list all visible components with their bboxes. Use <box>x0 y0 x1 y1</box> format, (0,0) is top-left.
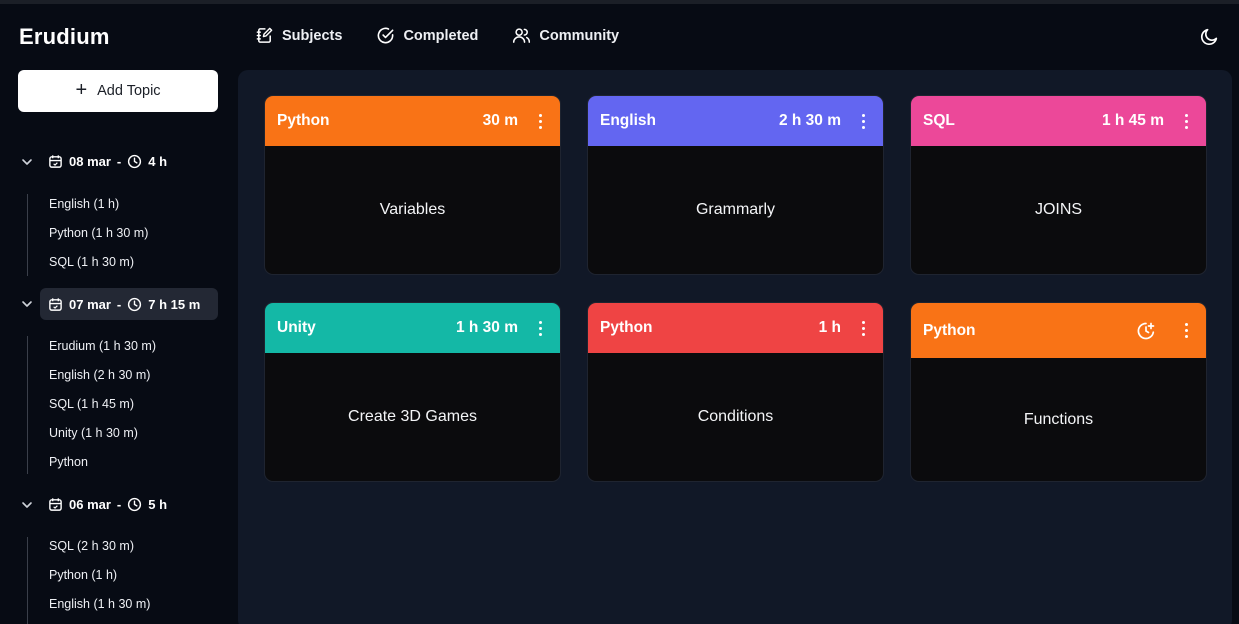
app-window: Erudium + Add Topic 08 mar - 4 h English… <box>0 0 1239 624</box>
moon-icon <box>1201 28 1218 45</box>
group-separator: - <box>116 496 122 512</box>
card-topic: Variables <box>379 201 446 218</box>
card-duration: 1 h 45 m <box>1101 112 1164 129</box>
topic-card[interactable]: Python Functions <box>910 302 1207 482</box>
clock-plus-icon[interactable] <box>1136 321 1156 341</box>
theme-toggle-button[interactable] <box>1199 26 1220 52</box>
more-vertical-icon[interactable] <box>855 320 871 336</box>
tree-line <box>27 336 28 474</box>
list-item[interactable]: English (2 h 30 m) <box>49 368 150 382</box>
calendar-icon <box>49 297 62 311</box>
card-subject: Python <box>923 321 976 339</box>
date-group-08-mar[interactable]: 08 mar - 4 h <box>40 145 218 177</box>
list-item[interactable]: English (1 h) <box>49 197 119 211</box>
add-topic-button[interactable]: + Add Topic <box>18 70 218 112</box>
list-item[interactable]: SQL (1 h 45 m) <box>49 397 134 411</box>
top-nav: Subjects Completed Community <box>255 26 619 45</box>
nav-completed[interactable]: Completed <box>376 26 478 45</box>
list-item[interactable]: Python <box>49 455 88 469</box>
card-subject: Python <box>600 319 653 336</box>
nav-subjects[interactable]: Subjects <box>255 26 342 45</box>
list-item[interactable]: SQL (1 h 30 m) <box>49 255 134 269</box>
list-item[interactable]: Python (1 h) <box>49 568 117 582</box>
nav-community-label: Community <box>539 27 620 44</box>
topic-card[interactable]: Unity 1 h 30 m Create 3D Games <box>264 302 561 482</box>
check-circle-icon <box>378 27 394 44</box>
topic-card[interactable]: SQL 1 h 45 m JOINS <box>910 95 1207 275</box>
add-topic-label: Add Topic <box>97 83 161 99</box>
group-date: 08 mar <box>69 153 111 169</box>
card-duration: 30 m <box>482 112 518 129</box>
card-header: Unity 1 h 30 m <box>265 303 560 353</box>
group-total: 4 h <box>148 153 168 169</box>
topics-panel: Python 30 m Variables English 2 h 30 m G… <box>238 70 1232 624</box>
more-vertical-icon[interactable] <box>855 113 871 129</box>
card-topic: Grammarly <box>695 201 776 218</box>
clock-icon <box>128 497 142 511</box>
app-logo[interactable]: Erudium <box>19 24 110 50</box>
clock-icon <box>128 154 142 168</box>
date-group-06-mar[interactable]: 06 mar - 5 h <box>40 488 218 520</box>
group-separator: - <box>116 296 122 312</box>
list-item[interactable]: English (1 h 30 m) <box>49 597 150 611</box>
card-duration: 1 h 30 m <box>455 319 518 336</box>
card-subject: Unity <box>277 319 316 336</box>
card-duration: 2 h 30 m <box>778 112 841 129</box>
group-date: 07 mar <box>69 296 111 312</box>
card-subject: English <box>600 112 656 129</box>
plus-icon: + <box>75 79 88 101</box>
notebook-pen-icon <box>256 27 273 43</box>
card-header: Python <box>911 303 1206 358</box>
users-icon <box>513 28 531 43</box>
more-vertical-icon[interactable] <box>532 113 548 129</box>
more-vertical-icon[interactable] <box>1178 113 1194 129</box>
card-topic: Functions <box>1023 411 1094 428</box>
group-date: 06 mar <box>69 496 111 512</box>
topic-card[interactable]: English 2 h 30 m Grammarly <box>587 95 884 275</box>
list-item[interactable]: Python (1 h 30 m) <box>49 226 148 240</box>
more-vertical-icon[interactable] <box>1178 323 1194 338</box>
card-header: Python 1 h <box>588 303 883 353</box>
list-item[interactable]: Erudium (1 h 30 m) <box>49 339 156 353</box>
card-subject: Python <box>277 112 330 129</box>
card-header: Python 30 m <box>265 96 560 146</box>
date-group-07-mar[interactable]: 07 mar - 7 h 15 m <box>40 288 218 320</box>
card-subject: SQL <box>923 112 955 129</box>
card-header: English 2 h 30 m <box>588 96 883 146</box>
group-total: 5 h <box>148 496 168 512</box>
chevron-down-icon[interactable] <box>20 297 34 311</box>
topic-card[interactable]: Python 1 h Conditions <box>587 302 884 482</box>
clock-icon <box>128 297 142 311</box>
topic-card[interactable]: Python 30 m Variables <box>264 95 561 275</box>
list-item[interactable]: SQL (2 h 30 m) <box>49 539 134 553</box>
card-topic: JOINS <box>1034 201 1083 218</box>
card-topic: Conditions <box>697 408 774 425</box>
tree-line <box>27 194 28 276</box>
tree-line <box>27 537 28 624</box>
group-total: 7 h 15 m <box>148 296 201 312</box>
card-topic: Create 3D Games <box>348 408 477 425</box>
calendar-icon <box>49 497 62 511</box>
card-duration: 1 h <box>818 319 841 336</box>
group-separator: - <box>116 153 122 169</box>
card-header: SQL 1 h 45 m <box>911 96 1206 146</box>
sidebar: Erudium + Add Topic 08 mar - 4 h English… <box>0 4 238 624</box>
nav-completed-label: Completed <box>403 27 479 44</box>
nav-community[interactable]: Community <box>512 26 619 45</box>
chevron-down-icon[interactable] <box>20 155 34 169</box>
list-item[interactable]: Unity (1 h 30 m) <box>49 426 138 440</box>
chevron-down-icon[interactable] <box>20 498 34 512</box>
more-vertical-icon[interactable] <box>532 320 548 336</box>
nav-subjects-label: Subjects <box>282 27 343 44</box>
calendar-icon <box>49 154 62 168</box>
